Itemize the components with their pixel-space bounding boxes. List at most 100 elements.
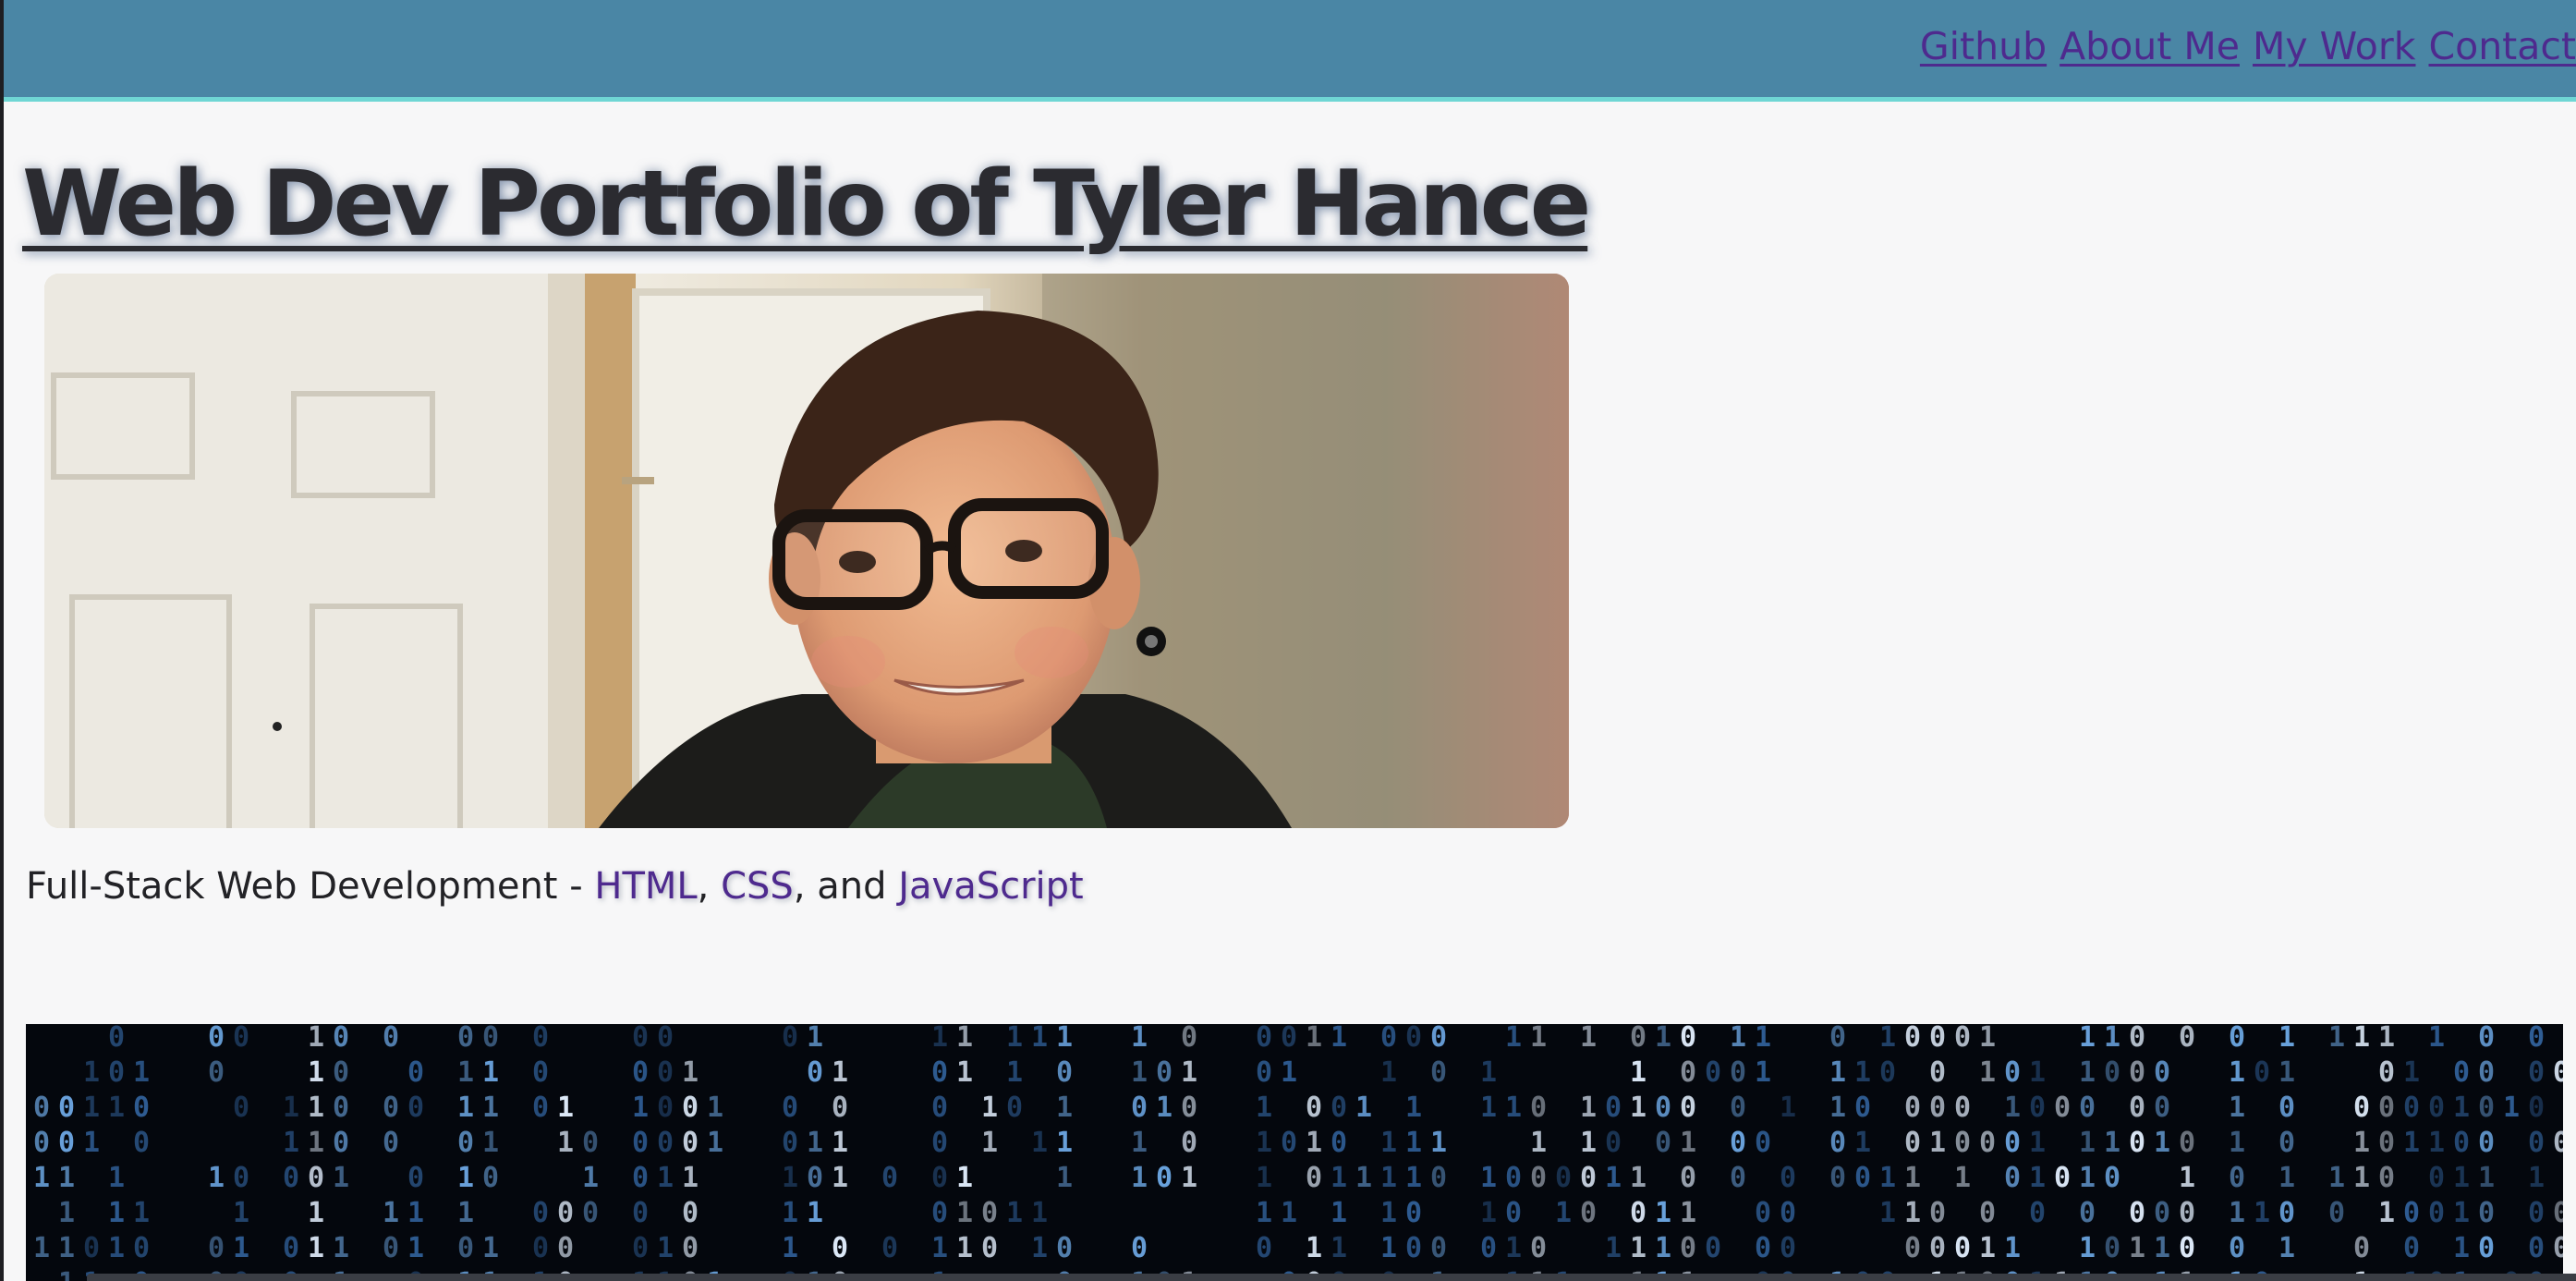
svg-text:0: 0 bbox=[2553, 1232, 2563, 1264]
svg-text:1: 1 bbox=[83, 1056, 100, 1089]
svg-text:0: 0 bbox=[2453, 1056, 2470, 1089]
svg-text:0: 0 bbox=[1954, 1232, 1971, 1264]
svg-text:0: 0 bbox=[2528, 1056, 2545, 1089]
nav-link-contact[interactable]: Contact bbox=[2428, 24, 2576, 68]
svg-text:1: 1 bbox=[1854, 1127, 1871, 1159]
svg-text:0: 0 bbox=[2528, 1024, 2545, 1054]
svg-text:1: 1 bbox=[2079, 1232, 2096, 1264]
svg-text:1: 1 bbox=[1904, 1162, 1921, 1194]
svg-text:1: 1 bbox=[308, 1024, 324, 1054]
svg-text:0: 0 bbox=[333, 1092, 349, 1124]
svg-text:0: 0 bbox=[58, 1127, 75, 1159]
nav-link-github[interactable]: Github bbox=[1920, 24, 2047, 68]
svg-text:0: 0 bbox=[133, 1232, 150, 1264]
svg-text:1: 1 bbox=[1331, 1232, 1347, 1264]
svg-text:1: 1 bbox=[2453, 1092, 2470, 1124]
svg-text:0: 0 bbox=[2403, 1232, 2420, 1264]
svg-text:1: 1 bbox=[133, 1197, 150, 1229]
svg-text:1: 1 bbox=[233, 1197, 249, 1229]
svg-text:0: 0 bbox=[1605, 1092, 1622, 1124]
tagline: Full-Stack Web Development - HTML, CSS, … bbox=[26, 865, 1084, 908]
svg-text:0: 0 bbox=[1306, 1092, 1322, 1124]
svg-text:1: 1 bbox=[1630, 1162, 1646, 1194]
svg-text:1: 1 bbox=[2229, 1056, 2245, 1089]
svg-text:1: 1 bbox=[1380, 1056, 1397, 1089]
svg-text:1: 1 bbox=[333, 1232, 349, 1264]
svg-text:0: 0 bbox=[2179, 1127, 2195, 1159]
tagline-sep-2: , and bbox=[793, 865, 899, 908]
svg-text:0: 0 bbox=[1156, 1056, 1173, 1089]
svg-text:1: 1 bbox=[1031, 1127, 1048, 1159]
svg-text:0: 0 bbox=[2428, 1197, 2445, 1229]
svg-text:1: 1 bbox=[1256, 1127, 1272, 1159]
svg-text:0: 0 bbox=[2428, 1162, 2445, 1194]
svg-text:1: 1 bbox=[981, 1127, 998, 1159]
svg-text:0: 0 bbox=[1430, 1056, 1447, 1089]
svg-text:0: 0 bbox=[2004, 1127, 2021, 1159]
svg-text:0: 0 bbox=[2029, 1092, 2046, 1124]
horizontal-scrollbar[interactable] bbox=[87, 1274, 2576, 1281]
svg-text:0: 0 bbox=[1954, 1127, 1971, 1159]
svg-text:0: 0 bbox=[1854, 1092, 1871, 1124]
svg-text:1: 1 bbox=[108, 1197, 125, 1229]
svg-text:1: 1 bbox=[1480, 1056, 1497, 1089]
nav-link-about-me[interactable]: About Me bbox=[2060, 24, 2240, 68]
svg-text:0: 0 bbox=[1530, 1162, 1547, 1194]
svg-text:1: 1 bbox=[2428, 1024, 2445, 1054]
profile-photo bbox=[44, 274, 1569, 828]
binary-code-image: 0011001111111010011111001000010000011011… bbox=[33, 1024, 2563, 1281]
css-link[interactable]: CSS bbox=[721, 865, 794, 908]
svg-text:1: 1 bbox=[1580, 1092, 1597, 1124]
svg-text:0: 0 bbox=[1755, 1232, 1771, 1264]
svg-text:1: 1 bbox=[2278, 1162, 2295, 1194]
svg-text:1: 1 bbox=[1680, 1197, 1696, 1229]
javascript-link[interactable]: JavaScript bbox=[898, 865, 1084, 908]
svg-text:1: 1 bbox=[233, 1232, 249, 1264]
svg-text:1: 1 bbox=[1730, 1024, 1746, 1054]
svg-text:1: 1 bbox=[2029, 1162, 2046, 1194]
svg-text:0: 0 bbox=[2378, 1162, 2395, 1194]
svg-text:0: 0 bbox=[2029, 1197, 2046, 1229]
svg-text:0: 0 bbox=[1181, 1092, 1197, 1124]
svg-text:1: 1 bbox=[83, 1092, 100, 1124]
svg-text:0: 0 bbox=[1056, 1232, 1073, 1264]
svg-text:0: 0 bbox=[2528, 1127, 2545, 1159]
svg-text:1: 1 bbox=[1256, 1162, 1272, 1194]
svg-text:0: 0 bbox=[1730, 1127, 1746, 1159]
svg-text:1: 1 bbox=[557, 1127, 574, 1159]
svg-text:0: 0 bbox=[2528, 1197, 2545, 1229]
nav-link-my-work[interactable]: My Work bbox=[2253, 24, 2416, 68]
svg-text:0: 0 bbox=[2453, 1127, 2470, 1159]
svg-text:1: 1 bbox=[2004, 1092, 2021, 1124]
svg-text:0: 0 bbox=[1380, 1024, 1397, 1054]
svg-text:1: 1 bbox=[2353, 1162, 2370, 1194]
html-link[interactable]: HTML bbox=[594, 865, 697, 908]
svg-text:0: 0 bbox=[1979, 1127, 1996, 1159]
svg-text:0: 0 bbox=[108, 1056, 125, 1089]
svg-text:0: 0 bbox=[2278, 1127, 2295, 1159]
svg-text:1: 1 bbox=[1355, 1092, 1372, 1124]
svg-text:0: 0 bbox=[981, 1232, 998, 1264]
svg-text:1: 1 bbox=[1405, 1127, 1422, 1159]
svg-text:1: 1 bbox=[832, 1162, 848, 1194]
svg-text:1: 1 bbox=[2104, 1127, 2120, 1159]
svg-text:0: 0 bbox=[2179, 1232, 2195, 1264]
svg-text:0: 0 bbox=[2104, 1232, 2120, 1264]
svg-text:0: 0 bbox=[782, 1127, 798, 1159]
svg-text:0: 0 bbox=[807, 1056, 823, 1089]
svg-text:1: 1 bbox=[1655, 1197, 1671, 1229]
svg-text:0: 0 bbox=[1405, 1024, 1422, 1054]
svg-text:0: 0 bbox=[2378, 1092, 2395, 1124]
svg-text:0: 0 bbox=[1904, 1092, 1921, 1124]
svg-text:0: 0 bbox=[1929, 1232, 1946, 1264]
svg-text:0: 0 bbox=[632, 1162, 649, 1194]
svg-text:0: 0 bbox=[1829, 1162, 1846, 1194]
svg-text:0: 0 bbox=[2353, 1092, 2370, 1124]
svg-text:0: 0 bbox=[1281, 1127, 1297, 1159]
svg-text:0: 0 bbox=[2428, 1092, 2445, 1124]
svg-text:0: 0 bbox=[2079, 1197, 2096, 1229]
svg-text:0: 0 bbox=[1929, 1092, 1946, 1124]
svg-text:1: 1 bbox=[1505, 1232, 1522, 1264]
svg-text:0: 0 bbox=[308, 1162, 324, 1194]
svg-text:1: 1 bbox=[1530, 1024, 1547, 1054]
